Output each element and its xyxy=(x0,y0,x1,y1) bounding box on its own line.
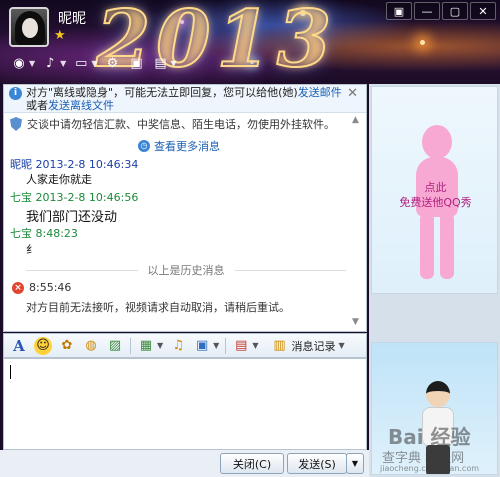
qq-show-panel[interactable]: 点此 免费送他QQ秀 xyxy=(371,86,498,294)
message-text: 我们部门还没动 xyxy=(26,210,118,225)
font-icon[interactable]: A xyxy=(10,337,28,355)
camera-icon: ◉ xyxy=(13,55,25,71)
skin-button[interactable]: ▣ xyxy=(386,2,412,20)
message-text: 人家走你就走 xyxy=(26,173,92,186)
message-text: 纟 xyxy=(26,243,37,256)
video-call-button[interactable]: ◉ ▼ xyxy=(10,54,35,72)
watermark: Bai 经验 xyxy=(388,425,471,449)
chat-toolbar: ◉ ▼ ♪ ▼ ▭ ▼ ⚙ ▣ ▤ ▼ xyxy=(10,54,176,72)
message-time: 2013-2-8 10:46:34 xyxy=(35,158,139,171)
history-divider-label: 以上是历史消息 xyxy=(147,264,225,277)
mic-icon: ♪ xyxy=(46,55,55,71)
message-header: 七宝 8:48:23 xyxy=(10,225,78,241)
image-icon[interactable]: ▨ xyxy=(106,337,124,355)
apps-icon: ▤ xyxy=(154,55,167,71)
clock-icon: ◷ xyxy=(138,140,150,152)
file-transfer-button[interactable]: ▭ ▼ xyxy=(72,54,97,72)
star-icon: ★ xyxy=(54,28,66,43)
message-input[interactable] xyxy=(3,358,367,450)
send-email-link[interactable]: 发送邮件 xyxy=(298,86,342,99)
safety-text: 交谈中请勿轻信汇款、中奖信息、陌生电话，勿使用外挂软件。 xyxy=(27,118,335,131)
history-divider: 以上是历史消息 xyxy=(26,262,346,278)
chevron-down-icon[interactable]: ▼ xyxy=(29,59,35,68)
action-bar: 关闭(C) 发送(S) ▼ xyxy=(0,450,370,477)
message-time: 8:48:23 xyxy=(35,227,78,240)
qq-show-gift-link[interactable]: 免费送他QQ秀 xyxy=(372,194,497,210)
folder-transfer-icon: ▭ xyxy=(75,55,88,71)
music-icon[interactable]: ♫ xyxy=(169,337,187,355)
maximize-button[interactable]: ▢ xyxy=(442,2,468,20)
contact-avatar[interactable] xyxy=(9,7,49,47)
toolbox-icon[interactable]: ▤ xyxy=(232,337,250,355)
info-icon: i xyxy=(9,87,22,100)
picture-icon[interactable]: ▦ xyxy=(137,337,155,355)
shake-icon[interactable]: ◍ xyxy=(82,337,100,355)
message-history-button[interactable]: ▥ 消息记录 ▼ xyxy=(270,337,344,355)
text-caret xyxy=(10,365,11,379)
system-message-header: × 8:55:46 xyxy=(12,281,71,294)
side-panel: 点此 免费送他QQ秀 Bai 经验 查字典 教程网 jiaocheng.chaz… xyxy=(369,84,500,477)
screenshot-icon[interactable]: ▣ xyxy=(193,337,211,355)
message-scrollbar[interactable]: ▲ ▼ xyxy=(352,115,362,327)
voice-call-button[interactable]: ♪ ▼ xyxy=(41,54,66,72)
close-icon[interactable]: ✕ xyxy=(347,87,358,100)
chevron-down-icon[interactable]: ▼ xyxy=(338,341,344,350)
message-sender: 昵昵 xyxy=(10,158,32,171)
close-button[interactable]: 关闭(C) xyxy=(220,453,284,474)
safety-tip: 交谈中请勿轻信汇款、中奖信息、陌生电话，勿使用外挂软件。 xyxy=(10,116,335,132)
message-header: 七宝 2013-2-8 10:46:56 xyxy=(10,189,138,205)
apps-button[interactable]: ▤ ▼ xyxy=(151,54,176,72)
chevron-down-icon[interactable]: ▼ xyxy=(252,341,258,350)
chevron-down-icon[interactable]: ▼ xyxy=(352,317,359,327)
send-button[interactable]: 发送(S) xyxy=(287,453,347,474)
emoji-icon[interactable]: ☺ xyxy=(34,336,52,355)
message-history-label: 消息记录 xyxy=(291,339,336,353)
chevron-down-icon[interactable]: ▼ xyxy=(91,59,97,68)
screen-share-button[interactable]: ▣ xyxy=(127,54,145,72)
chevron-down-icon[interactable]: ▼ xyxy=(213,341,219,350)
message-sender: 七宝 xyxy=(10,227,32,240)
format-toolbar: A ☺ ✿ ◍ ▨ ▦ ▼ ♫ ▣ ▼ ▤ ▼ ▥ 消息记录 ▼ xyxy=(3,333,367,358)
send-options-button[interactable]: ▼ xyxy=(346,453,364,474)
shield-icon xyxy=(10,117,22,131)
more-history-link[interactable]: ◷ 查看更多消息 xyxy=(138,138,220,154)
chevron-down-icon[interactable]: ▼ xyxy=(170,59,176,68)
magic-emoji-icon[interactable]: ✿ xyxy=(58,337,76,355)
send-offline-file-link[interactable]: 发送离线文件 xyxy=(48,99,114,112)
chevron-up-icon[interactable]: ▲ xyxy=(352,115,359,125)
chat-header: 2013 ★ 昵昵 ▣ — ▢ ✕ ◉ ▼ ♪ ▼ ▭ ▼ ⚙ ▣ ▤ ▼ xyxy=(0,0,500,84)
message-area[interactable]: i 对方"离线或隐身"，可能无法立即回复，您可以给他(她)发送邮件或者发送离线文… xyxy=(3,84,367,332)
contact-nickname[interactable]: 昵昵 xyxy=(58,8,86,28)
close-window-button[interactable]: ✕ xyxy=(470,2,496,20)
remote-assist-icon: ⚙ xyxy=(106,55,119,71)
offline-notice: i 对方"离线或隐身"，可能无法立即回复，您可以给他(她)发送邮件或者发送离线文… xyxy=(4,85,366,113)
more-history-label[interactable]: 查看更多消息 xyxy=(154,138,220,154)
screen-share-icon: ▣ xyxy=(130,55,143,71)
my-qq-show-panel[interactable]: Bai 经验 查字典 教程网 jiaocheng.chazidian.com xyxy=(371,342,498,475)
error-icon: × xyxy=(12,281,24,294)
watermark: jiaocheng.chazidian.com xyxy=(380,464,480,473)
window-controls: ▣ — ▢ ✕ xyxy=(386,2,496,20)
notice-text-mid: 或者 xyxy=(26,99,48,112)
chevron-down-icon[interactable]: ▼ xyxy=(157,341,163,350)
chevron-down-icon[interactable]: ▼ xyxy=(60,59,66,68)
message-time: 2013-2-8 10:46:56 xyxy=(35,191,139,204)
remote-assist-button[interactable]: ⚙ xyxy=(103,54,121,72)
qq-show-prompt[interactable]: 点此 xyxy=(372,179,497,195)
message-header: 昵昵 2013-2-8 10:46:34 xyxy=(10,156,138,172)
system-message-text: 对方目前无法接听，视频请求自动取消，请稍后重试。 xyxy=(26,301,290,314)
message-sender: 七宝 xyxy=(10,191,32,204)
minimize-button[interactable]: — xyxy=(414,2,440,20)
history-icon: ▥ xyxy=(273,338,286,353)
notice-text: 对方"离线或隐身"，可能无法立即回复，您可以给他(她) xyxy=(26,86,298,99)
system-message-time: 8:55:46 xyxy=(29,281,72,294)
